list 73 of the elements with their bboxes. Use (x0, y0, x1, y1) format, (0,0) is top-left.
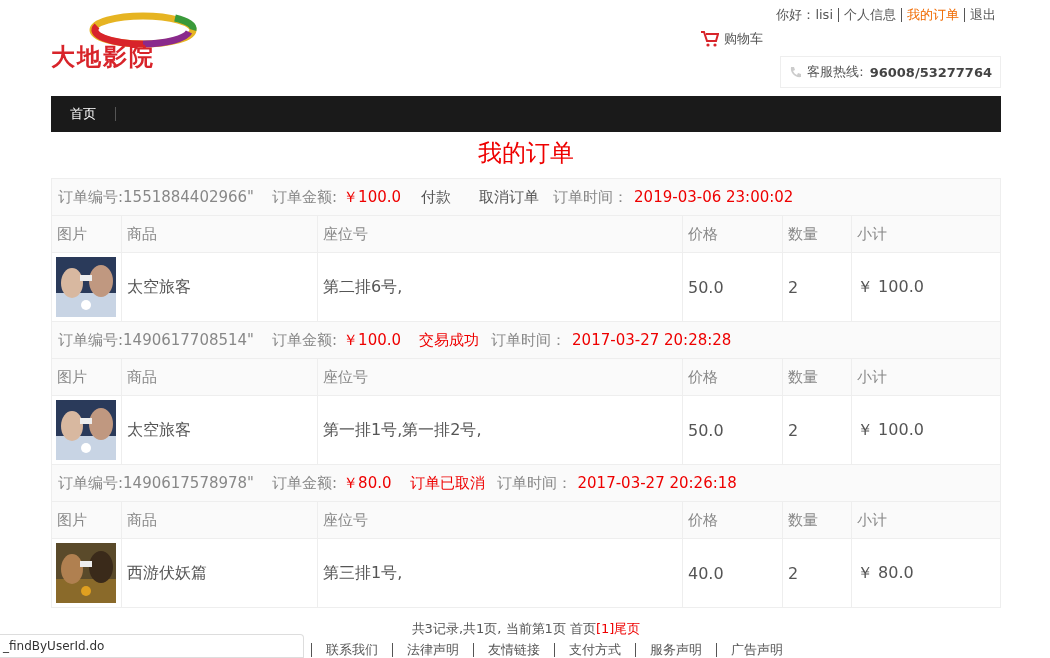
order-amount: ￥80.0 (343, 473, 392, 492)
pager-summary: 共3记录,共1页, 当前第1页 首页 (411, 621, 596, 636)
column-header: 座位号 (317, 215, 683, 253)
page-title: 我的订单 (477, 138, 575, 168)
subtotal-cell: ￥ 100.0 (851, 395, 1001, 465)
order-amount: ￥100.0 (343, 330, 402, 349)
amount-label: 订单金额: (272, 330, 338, 349)
order-status: 交易成功 (419, 330, 480, 349)
logo-text: 大地影院 (51, 44, 155, 70)
phone-icon (789, 65, 802, 79)
page-link[interactable]: [1] (595, 621, 615, 636)
seat-cell: 第一排1号,第一排2号, (317, 395, 683, 465)
last-page-link[interactable]: 尾页 (614, 621, 641, 636)
column-header: 数量 (782, 215, 852, 253)
column-header: 小计 (851, 358, 1001, 396)
column-header: 商品 (121, 501, 318, 539)
footer-link[interactable]: 友情链接 (473, 643, 554, 657)
column-header: 小计 (851, 501, 1001, 539)
hotline-number: 96008/53277764 (869, 64, 992, 80)
cart-link[interactable]: 购物车 (701, 30, 763, 48)
amount-label: 订单金额: (272, 473, 338, 492)
quantity-cell: 2 (782, 538, 852, 608)
price-cell: 50.0 (682, 252, 783, 322)
column-header: 商品 (121, 358, 318, 396)
status-url-tooltip: _findByUserId.do (0, 634, 304, 658)
subtotal-cell: ￥ 80.0 (851, 538, 1001, 608)
price-cell: 40.0 (682, 538, 783, 608)
column-header: 图片 (51, 501, 122, 539)
column-header: 座位号 (317, 358, 683, 396)
order-number: 订单编号:1551884402966" (58, 187, 255, 206)
footer-link[interactable]: 支付方式 (554, 643, 635, 657)
column-header: 小计 (851, 215, 1001, 253)
movie-name: 太空旅客 (121, 395, 318, 465)
column-header: 商品 (121, 215, 318, 253)
time-label: 订单时间： (496, 473, 572, 492)
time-label: 订单时间： (553, 187, 629, 206)
column-header: 数量 (782, 501, 852, 539)
quantity-cell: 2 (782, 252, 852, 322)
column-header: 图片 (51, 358, 122, 396)
cart-icon (701, 31, 719, 47)
seat-cell: 第三排1号, (317, 538, 683, 608)
top-link[interactable]: 你好：lisi (776, 8, 833, 22)
nav-link[interactable]: 首页 (51, 105, 115, 123)
top-link[interactable]: 个人信息 (838, 8, 896, 22)
column-header: 数量 (782, 358, 852, 396)
order-number: 订单编号:1490617708514" (58, 330, 255, 349)
column-header: 图片 (51, 215, 122, 253)
column-header: 座位号 (317, 501, 683, 539)
order-time: 2019-03-06 23:00:02 (634, 187, 794, 206)
subtotal-cell: ￥ 100.0 (851, 252, 1001, 322)
order-status: 订单已取消 (409, 473, 485, 492)
amount-label: 订单金额: (272, 187, 338, 206)
column-header: 价格 (682, 215, 783, 253)
order-number: 订单编号:1490617578978" (58, 473, 255, 492)
footer-link[interactable]: 联系我们 (311, 643, 392, 657)
footer-link[interactable]: 法律声明 (392, 643, 473, 657)
order-action-link[interactable]: 付款 (421, 187, 452, 206)
seat-cell: 第二排6号, (317, 252, 683, 322)
time-label: 订单时间： (491, 330, 567, 349)
footer-link[interactable]: 服务声明 (635, 643, 716, 657)
movie-name: 西游伏妖篇 (121, 538, 318, 608)
quantity-cell: 2 (782, 395, 852, 465)
movie-name: 太空旅客 (121, 252, 318, 322)
order-time: 2017-03-27 20:28:28 (572, 330, 732, 349)
order-amount: ￥100.0 (343, 187, 402, 206)
order-action-link[interactable]: 取消订单 (479, 187, 540, 206)
price-cell: 50.0 (682, 395, 783, 465)
top-link[interactable]: 退出 (964, 8, 996, 22)
column-header: 价格 (682, 358, 783, 396)
hotline-label: 客服热线: (807, 63, 864, 81)
column-header: 价格 (682, 501, 783, 539)
footer-link[interactable]: 广告声明 (716, 643, 797, 657)
order-time: 2017-03-27 20:26:18 (577, 473, 737, 492)
